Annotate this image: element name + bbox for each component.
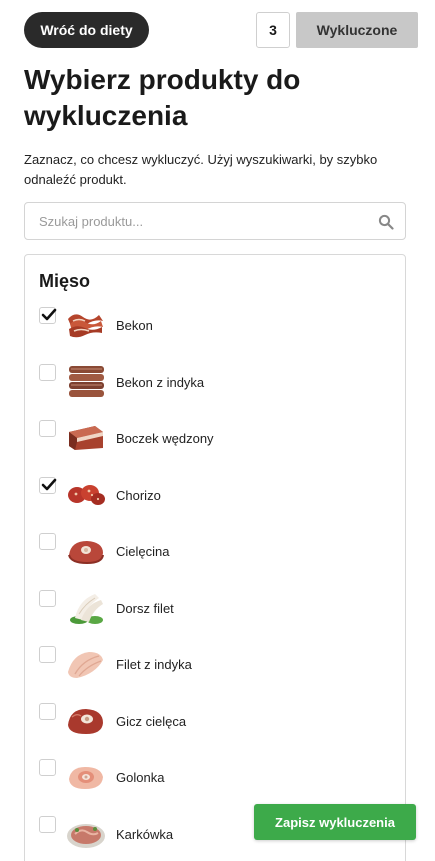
bacon-photo bbox=[68, 314, 103, 338]
product-checkbox[interactable] bbox=[39, 759, 56, 776]
product-label: Cielęcina bbox=[116, 544, 170, 559]
product-item-cielecina[interactable]: Cielęcina bbox=[25, 533, 405, 581]
turkey-bacon-photo bbox=[69, 366, 104, 397]
search-icon[interactable] bbox=[378, 214, 394, 230]
veal-photo bbox=[68, 541, 104, 565]
product-checkbox[interactable] bbox=[39, 703, 56, 720]
top-bar: Wróć do diety 3 Wykluczone bbox=[24, 12, 418, 48]
product-checkbox[interactable] bbox=[39, 533, 56, 550]
product-label: Dorsz filet bbox=[116, 601, 174, 616]
veal-shank-photo bbox=[68, 709, 103, 734]
product-label: Filet z indyka bbox=[116, 657, 192, 672]
save-exclusions-button[interactable]: Zapisz wykluczenia bbox=[254, 804, 416, 840]
product-label: Bekon bbox=[116, 318, 153, 333]
search-box bbox=[24, 202, 406, 240]
product-item-bekon[interactable]: Bekon bbox=[25, 307, 405, 355]
excluded-button[interactable]: Wykluczone bbox=[296, 12, 418, 48]
product-checkbox[interactable] bbox=[39, 307, 57, 324]
pork-neck-photo bbox=[67, 824, 105, 848]
product-item-boczek-wedzony[interactable]: Boczek wędzony bbox=[25, 420, 405, 468]
page-description: Zaznacz, co chcesz wykluczyć. Użyj wyszu… bbox=[24, 152, 378, 187]
product-label: Karkówka bbox=[116, 827, 174, 842]
checkmark-icon bbox=[41, 478, 57, 491]
product-item-gicz-cieleca[interactable]: Gicz cielęca bbox=[25, 703, 405, 751]
cod-fillet-photo bbox=[70, 594, 103, 624]
product-item-filet-z-indyka[interactable]: Filet z indyka bbox=[25, 646, 405, 694]
product-item-chorizo[interactable]: Chorizo bbox=[25, 477, 405, 525]
product-item-golonka[interactable]: Golonka bbox=[25, 759, 405, 807]
product-item-dorsz-filet[interactable]: Dorsz filet bbox=[25, 590, 405, 638]
category-title: Mięso bbox=[39, 271, 91, 291]
product-label: Golonka bbox=[116, 770, 165, 785]
product-checkbox[interactable] bbox=[39, 590, 56, 607]
product-label: Boczek wędzony bbox=[116, 431, 214, 446]
checkmark-icon bbox=[41, 308, 57, 321]
page-title: Wybierz produkty do wykluczenia bbox=[24, 64, 301, 131]
product-label: Chorizo bbox=[116, 488, 161, 503]
product-checkbox[interactable] bbox=[39, 646, 56, 663]
product-list-panel: Mięso Bekon Bekon z indyka Boczek wędzon… bbox=[24, 254, 406, 861]
product-item-bekon-z-indyka[interactable]: Bekon z indyka bbox=[25, 364, 405, 412]
product-checkbox[interactable] bbox=[39, 816, 56, 833]
excluded-count-badge: 3 bbox=[256, 12, 290, 48]
turkey-fillet-photo bbox=[68, 652, 103, 678]
product-checkbox[interactable] bbox=[39, 420, 56, 437]
chorizo-photo bbox=[68, 485, 105, 505]
pork-knuckle-photo bbox=[69, 767, 103, 789]
product-label: Bekon z indyka bbox=[116, 375, 205, 390]
product-checkbox[interactable] bbox=[39, 477, 57, 494]
product-checkbox[interactable] bbox=[39, 364, 56, 381]
product-label: Gicz cielęca bbox=[116, 714, 187, 729]
search-input[interactable] bbox=[25, 203, 355, 239]
smoked-bacon-photo bbox=[69, 426, 103, 450]
back-to-diet-button[interactable]: Wróć do diety bbox=[24, 12, 149, 48]
